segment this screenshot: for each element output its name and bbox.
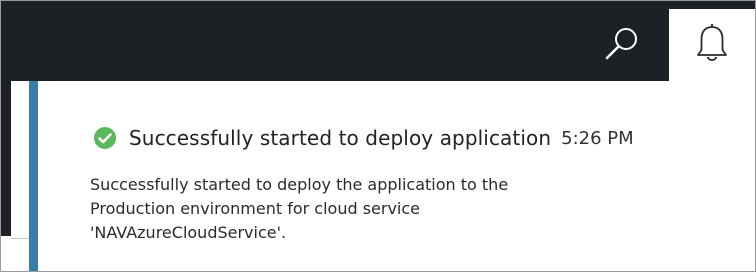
search-icon [605, 28, 637, 60]
message-line: Successfully started to deploy the appli… [90, 175, 509, 194]
notification-message: Successfully started to deploy the appli… [90, 173, 690, 245]
notification-time: 5:26 PM [561, 127, 634, 149]
notification-card[interactable]: Successfully started to deploy applicati… [29, 81, 755, 271]
top-bar [1, 1, 755, 81]
check-circle-icon [94, 127, 116, 149]
notification-title: Successfully started to deploy applicati… [129, 126, 552, 150]
search-button[interactable] [597, 19, 647, 69]
background-sidebar [1, 81, 11, 236]
message-line: 'NAVAzureCloudService'. [90, 223, 287, 242]
divider [10, 238, 30, 239]
notification-header: Successfully started to deploy applicati… [93, 126, 634, 150]
notifications-button[interactable] [669, 9, 755, 81]
message-line: Production environment for cloud service [90, 199, 421, 218]
bell-icon [697, 24, 727, 61]
portal-window: Successfully started to deploy applicati… [0, 0, 756, 272]
